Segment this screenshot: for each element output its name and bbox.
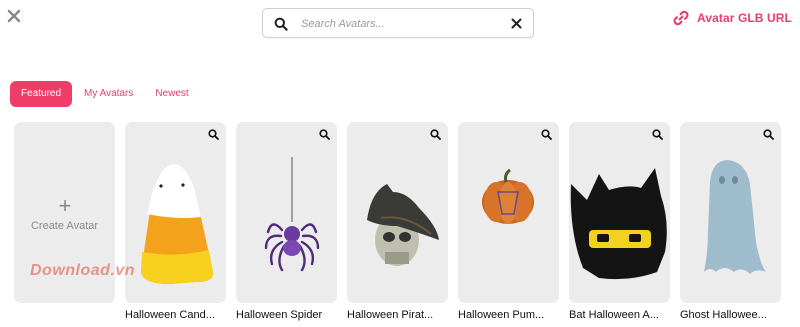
ghost-image <box>704 160 766 274</box>
avatar-name: Halloween Spider <box>236 309 323 321</box>
zoom-icon[interactable] <box>319 129 330 140</box>
tab-featured[interactable]: Featured <box>10 81 73 107</box>
link-icon <box>673 10 689 26</box>
create-avatar-label: Create Avatar <box>30 220 99 232</box>
candy-corn-image <box>141 163 214 284</box>
avatar-glb-url-link[interactable]: Avatar GLB URL <box>672 9 792 27</box>
search-bar <box>262 8 534 38</box>
avatar-name: Ghost Hallowee... <box>680 309 767 321</box>
avatar-glb-url-label: Avatar GLB URL <box>697 11 792 25</box>
pirate-skull-image <box>367 184 439 266</box>
zoom-icon[interactable] <box>208 129 219 140</box>
avatar-name: Halloween Cand... <box>125 309 215 321</box>
zoom-icon[interactable] <box>652 129 663 140</box>
tab-my-avatars[interactable]: My Avatars <box>74 81 143 107</box>
avatar-card-pumpkin[interactable] <box>458 122 559 303</box>
avatar-card-spider[interactable] <box>236 122 337 303</box>
spider-image <box>264 157 320 272</box>
avatar-tabs: Featured My Avatars Newest <box>10 81 201 107</box>
tab-newest[interactable]: Newest <box>145 81 198 107</box>
bat-image <box>570 168 667 280</box>
clear-search-icon[interactable] <box>511 18 522 29</box>
plus-icon: + <box>58 193 72 218</box>
avatar-name: Halloween Pum... <box>458 309 545 321</box>
search-input[interactable] <box>299 13 503 35</box>
avatar-card-bat[interactable] <box>569 122 670 303</box>
zoom-icon[interactable] <box>763 129 774 140</box>
avatar-card-candy-corn[interactable] <box>125 122 226 303</box>
avatar-name: Halloween Pirat... <box>347 309 434 321</box>
avatar-name: Bat Halloween A... <box>569 309 659 321</box>
close-icon[interactable] <box>6 8 22 24</box>
zoom-icon[interactable] <box>430 129 441 140</box>
search-icon <box>274 17 288 31</box>
avatar-card-ghost[interactable] <box>680 122 781 303</box>
zoom-icon[interactable] <box>541 129 552 140</box>
create-avatar-card[interactable]: + Create Avatar <box>14 122 115 303</box>
avatar-card-pirate-skull[interactable] <box>347 122 448 303</box>
pumpkin-image <box>482 168 534 224</box>
